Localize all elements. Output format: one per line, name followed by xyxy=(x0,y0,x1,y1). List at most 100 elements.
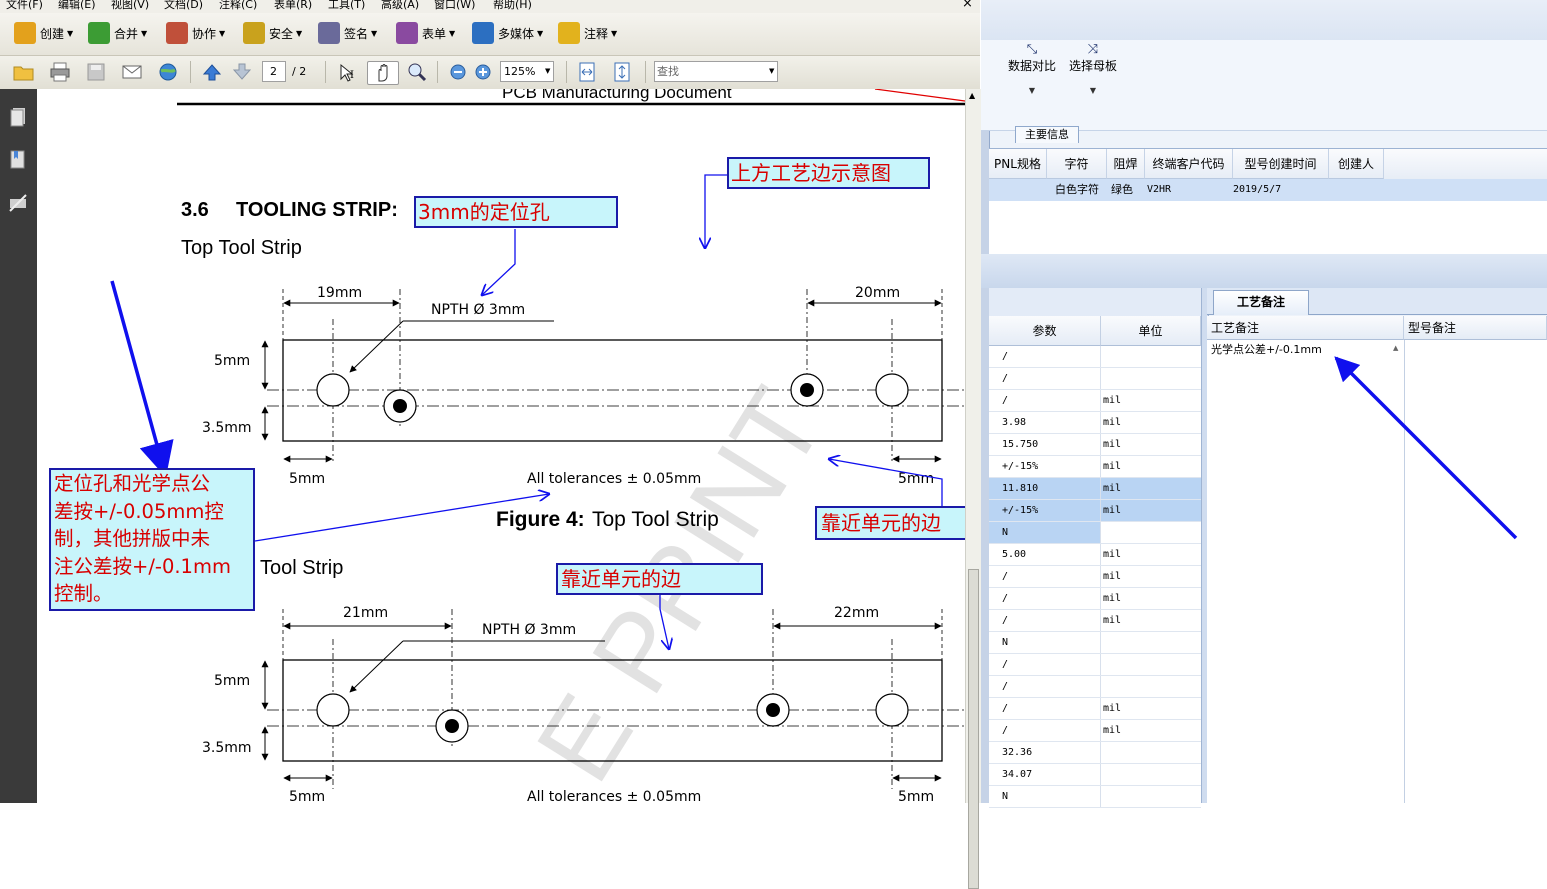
signatures-icon[interactable] xyxy=(8,193,28,215)
table-row[interactable]: / xyxy=(989,676,1201,698)
select-mother-board-button[interactable]: ⤨ 选择母板 ▼ xyxy=(1067,42,1119,95)
col-solder-mask[interactable]: 阻焊 xyxy=(1107,149,1145,179)
multimedia-icon xyxy=(472,22,494,44)
toolbar-button-1[interactable]: 合并 ▼ xyxy=(88,21,147,45)
table-row[interactable]: 11.810 mil xyxy=(989,478,1201,500)
cell-parameter: 15.750 xyxy=(989,434,1101,455)
search-dropdown-icon[interactable]: ▼ xyxy=(769,62,774,81)
splitter[interactable] xyxy=(981,254,1547,288)
table-row[interactable]: / xyxy=(989,368,1201,390)
fit-page-icon[interactable] xyxy=(610,61,634,83)
cell-unit: mil xyxy=(1103,483,1122,494)
toolbar-button-3[interactable]: 安全 ▼ xyxy=(243,21,302,45)
cell-solder-mask: 绿色 xyxy=(1111,183,1133,196)
menu-item-3[interactable]: 文档(D) xyxy=(164,0,203,12)
toolbar-button-7[interactable]: 注释 ▼ xyxy=(558,21,617,45)
open-folder-icon[interactable] xyxy=(12,61,36,83)
table-row[interactable]: / mil xyxy=(989,588,1201,610)
menu-item-8[interactable]: 窗口(W) xyxy=(434,0,475,12)
menu-item-4[interactable]: 注释(C) xyxy=(219,0,257,12)
zoom-value: 125% xyxy=(504,65,536,78)
previous-page-icon[interactable] xyxy=(200,61,224,83)
toolbar-button-0[interactable]: 创建 ▼ xyxy=(14,21,73,45)
table-row[interactable]: / mil xyxy=(989,720,1201,742)
tab-process-remarks[interactable]: 工艺备注 xyxy=(1213,290,1309,315)
table-row[interactable]: / mil xyxy=(989,566,1201,588)
select-mother-board-label: 选择母板 xyxy=(1068,59,1117,73)
table-row[interactable]: / xyxy=(989,654,1201,676)
col-creator[interactable]: 创建人 xyxy=(1329,149,1384,179)
fig2-bottom-left-5mm: 5mm xyxy=(289,789,325,803)
toolbar-button-label: 签名 xyxy=(344,26,369,41)
cell-parameter: 3.98 xyxy=(989,412,1101,433)
zoom-marquee-icon[interactable] xyxy=(405,61,429,83)
fig2-npth-label: NPTH Ø 3mm xyxy=(482,622,576,638)
fit-width-icon[interactable] xyxy=(575,61,599,83)
toolbar-button-4[interactable]: 签名 ▼ xyxy=(318,21,377,45)
next-page-icon[interactable] xyxy=(230,61,254,83)
cell-unit xyxy=(1101,346,1201,367)
model-info-grid: PNL规格 字符 阻焊 终端客户代码 型号创建时间 创建人 白色字符 绿色 V2… xyxy=(989,148,1547,255)
hand-tool-icon[interactable] xyxy=(367,61,399,85)
page-number-input[interactable]: 2 xyxy=(262,61,286,82)
menu-item-2[interactable]: 视图(V) xyxy=(111,0,149,12)
zoom-out-icon[interactable] xyxy=(446,61,470,83)
zoom-select[interactable]: 125% ▼ xyxy=(500,61,554,82)
col-created-time[interactable]: 型号创建时间 xyxy=(1233,149,1329,179)
menu-item-1[interactable]: 编辑(E) xyxy=(58,0,96,12)
table-row[interactable]: +/-15% mil xyxy=(989,456,1201,478)
table-row[interactable]: 34.07 xyxy=(989,764,1201,786)
col-process-remarks[interactable]: 工艺备注 xyxy=(1207,316,1404,340)
menu-item-0[interactable]: 文件(F) xyxy=(6,0,43,12)
col-pnl-spec[interactable]: PNL规格 xyxy=(989,149,1047,179)
toolbar-button-6[interactable]: 多媒体 ▼ xyxy=(472,21,543,45)
table-row[interactable]: / mil xyxy=(989,390,1201,412)
menu-item-7[interactable]: 高级(A) xyxy=(381,0,419,12)
search-input[interactable]: 查找 ▼ xyxy=(654,61,778,82)
table-row[interactable]: N xyxy=(989,632,1201,654)
compare-data-button[interactable]: ⤡ 数据对比 ▼ xyxy=(1006,42,1058,95)
chevron-down-icon: ▼ xyxy=(449,28,456,38)
web-icon[interactable] xyxy=(156,61,180,83)
table-row[interactable]: 32.36 xyxy=(989,742,1201,764)
select-text-icon[interactable]: I xyxy=(335,61,359,83)
main-info-group-tab[interactable]: 主要信息 xyxy=(1015,126,1079,143)
cell-unit xyxy=(1101,764,1201,785)
menu-item-9[interactable]: 帮助(H) xyxy=(493,0,532,12)
scrollbar-thumb[interactable] xyxy=(968,569,979,889)
toolbar-button-2[interactable]: 协作 ▼ xyxy=(166,21,225,45)
table-row[interactable]: +/-15% mil xyxy=(989,500,1201,522)
toolbar-button-label: 协作 xyxy=(192,26,217,41)
pages-icon[interactable] xyxy=(8,107,28,129)
compare-data-label: 数据对比 xyxy=(1007,59,1056,73)
table-row[interactable]: N xyxy=(989,786,1201,808)
table-row[interactable]: 3.98 mil xyxy=(989,412,1201,434)
menu-item-5[interactable]: 表单(R) xyxy=(274,0,312,12)
table-row[interactable]: / mil xyxy=(989,698,1201,720)
col-parameter[interactable]: 参数 xyxy=(989,316,1101,346)
col-model-remarks[interactable]: 型号备注 xyxy=(1404,316,1547,340)
table-row[interactable]: 15.750 mil xyxy=(989,434,1201,456)
save-icon[interactable] xyxy=(84,61,108,83)
table-row[interactable]: / mil xyxy=(989,610,1201,632)
email-icon[interactable] xyxy=(120,61,144,83)
col-customer-code[interactable]: 终端客户代码 xyxy=(1145,149,1233,179)
pdf-vertical-scrollbar[interactable]: ▲ xyxy=(965,89,981,889)
comment-icon xyxy=(558,22,580,44)
toolbar-button-5[interactable]: 表单 ▼ xyxy=(396,21,455,45)
col-unit[interactable]: 单位 xyxy=(1101,316,1201,346)
process-remark-value[interactable]: 光学点公差+/-0.1mm xyxy=(1211,341,1322,357)
table-row[interactable]: / xyxy=(989,346,1201,368)
col-legend[interactable]: 字符 xyxy=(1047,149,1107,179)
menu-item-6[interactable]: 工具(T) xyxy=(328,0,365,12)
toolbar-navigation: 2 / 2 I 125% ▼ 查找 ▼ xyxy=(0,56,980,90)
table-row[interactable]: N xyxy=(989,522,1201,544)
print-icon[interactable] xyxy=(48,61,72,83)
table-row[interactable]: 5.00 mil xyxy=(989,544,1201,566)
close-icon[interactable]: × xyxy=(962,0,973,11)
zoom-in-icon[interactable] xyxy=(471,61,495,83)
fig2-dim-left: 21mm xyxy=(343,605,388,621)
scroll-up-icon[interactable]: ▲ xyxy=(969,91,975,100)
fig2-height-5mm: 5mm xyxy=(214,673,250,689)
bookmarks-icon[interactable] xyxy=(8,149,28,171)
